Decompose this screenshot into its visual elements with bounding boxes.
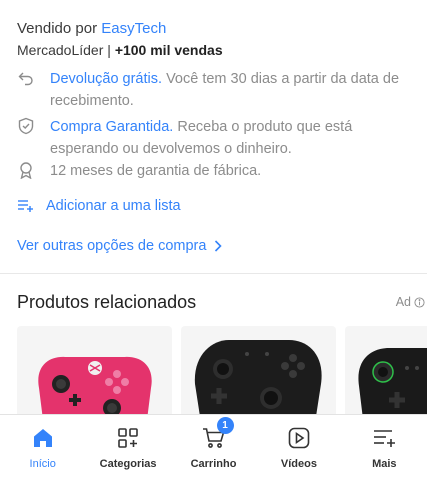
tab-mais-label: Mais (372, 458, 397, 470)
tab-categorias-label: Categorias (99, 458, 157, 470)
seller-separator: | (107, 42, 111, 58)
add-list-icon (18, 200, 33, 212)
benefit-free-return: Devolução grátis. Você tem 30 dias a par… (17, 68, 415, 112)
product-card-green-controller[interactable] (345, 326, 427, 426)
info-icon (414, 296, 425, 308)
home-icon (33, 429, 52, 447)
pink-controller-image (38, 356, 152, 426)
other-options-label: Ver outras opções de compra (17, 238, 207, 254)
seller-prefix: Vendido por (17, 20, 98, 37)
related-products-carousel[interactable] (17, 326, 427, 426)
product-card-pink-controller[interactable] (17, 326, 172, 426)
other-buying-options-link[interactable]: Ver outras opções de compra (17, 238, 223, 254)
tab-inicio-label: Início (29, 458, 56, 470)
categories-icon (118, 428, 138, 448)
return-arrow-icon (18, 72, 33, 86)
add-to-list-label: Adicionar a uma lista (46, 198, 181, 214)
ad-label: Ad (395, 295, 411, 309)
green-controller-image (358, 348, 427, 426)
benefit-guaranteed-purchase: Compra Garantida. Receba o produto que e… (17, 116, 415, 160)
product-card-black-controller[interactable] (181, 326, 336, 426)
video-icon (288, 427, 310, 449)
award-ribbon-icon (20, 162, 32, 179)
ad-indicator[interactable]: Ad (396, 295, 425, 309)
seller-sales: +100 mil vendas (114, 42, 223, 58)
seller-line: Vendido por EasyTech (17, 20, 166, 37)
benefit-warranty: 12 meses de garantia de fábrica. (17, 160, 415, 182)
guaranteed-purchase-link[interactable]: Compra Garantida. (50, 119, 173, 135)
tab-videos-label: Vídeos (280, 458, 317, 470)
add-to-list-button[interactable]: Adicionar a uma lista (17, 198, 181, 214)
black-controller-image (194, 340, 322, 426)
free-return-link[interactable]: Devolução grátis. (50, 71, 162, 87)
cart-count-badge: 1 (216, 417, 234, 434)
tab-inicio[interactable]: Início (0, 415, 85, 500)
seller-tier: MercadoLíder (17, 42, 104, 58)
seller-reputation: MercadoLíder | +100 mil vendas (17, 42, 223, 58)
chevron-right-icon (215, 240, 223, 252)
tab-carrinho[interactable]: 1 Carrinho (171, 415, 256, 500)
shield-check-icon (18, 117, 34, 135)
bottom-tab-bar: Início Categorias 1 Carrinho Vídeos Mais (0, 414, 427, 500)
tab-categorias[interactable]: Categorias (85, 415, 170, 500)
tab-carrinho-label: Carrinho (190, 458, 237, 470)
related-products-title: Produtos relacionados (17, 292, 197, 312)
tab-videos[interactable]: Vídeos (256, 415, 341, 500)
tab-mais[interactable]: Mais (342, 415, 427, 500)
warranty-text: 12 meses de garantia de fábrica. (50, 163, 262, 179)
more-menu-icon (374, 430, 396, 447)
section-divider (0, 273, 427, 274)
seller-name-link[interactable]: EasyTech (101, 20, 166, 37)
